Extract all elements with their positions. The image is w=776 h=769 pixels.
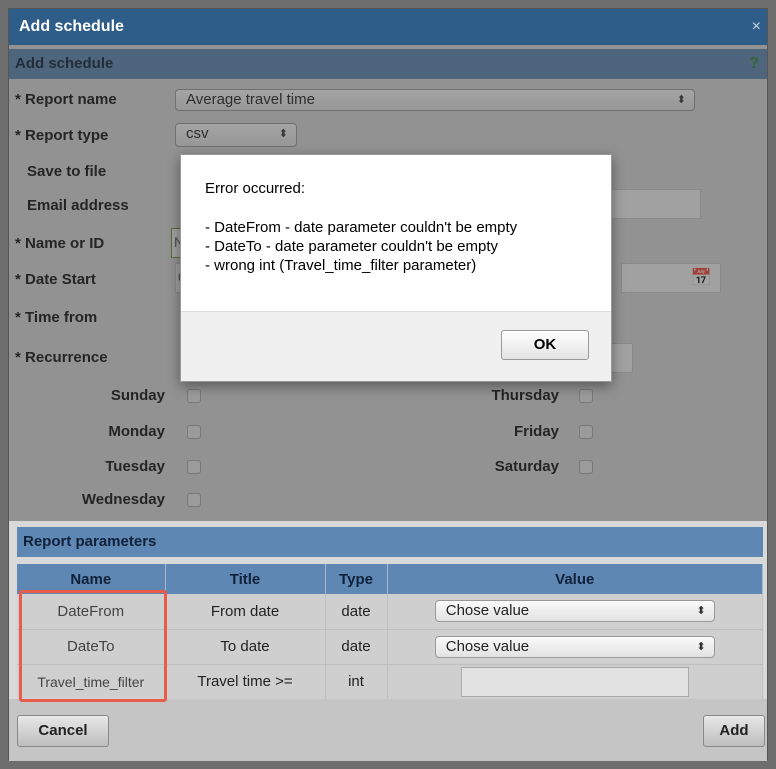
- report-type-select[interactable]: csv ⬍: [175, 123, 297, 147]
- param-title: To date: [165, 629, 326, 665]
- add-schedule-header: Add schedule ?: [9, 49, 767, 79]
- time-from-label: * Time from: [15, 309, 98, 326]
- save-to-file-label: Save to file: [27, 163, 107, 180]
- error-modal: Error occurred: - DateFrom - date parame…: [180, 154, 612, 382]
- thursday-label: Thursday: [491, 387, 559, 404]
- highlight-box: [19, 590, 167, 702]
- error-heading: Error occurred:: [205, 180, 306, 197]
- recurrence-label: * Recurrence: [15, 349, 108, 366]
- cancel-button[interactable]: Cancel: [17, 715, 109, 747]
- error-line: - DateTo - date parameter couldn't be em…: [205, 238, 499, 255]
- add-button[interactable]: Add: [703, 715, 765, 747]
- col-header-title: Title: [165, 564, 326, 594]
- dialog-titlebar: Add schedule ×: [9, 9, 767, 45]
- error-line: - wrong int (Travel_time_filter paramete…: [205, 257, 477, 274]
- select-arrows-icon: ⬍: [696, 605, 706, 618]
- calendar-icon[interactable]: 📅: [691, 268, 712, 288]
- friday-label: Friday: [513, 423, 559, 440]
- param-type: date: [325, 594, 388, 630]
- param-title: Travel time >=: [165, 664, 326, 700]
- param-title: From date: [165, 594, 326, 630]
- param-value-cell: Chose value ⬍: [387, 594, 763, 630]
- close-icon[interactable]: ×: [752, 9, 761, 45]
- select-arrows-icon: ⬍: [676, 94, 686, 106]
- report-parameters-header: Report parameters: [17, 527, 763, 557]
- dateto-value-select[interactable]: Chose value ⬍: [434, 635, 715, 658]
- dialog-title: Add schedule: [19, 18, 124, 35]
- date-start-label: * Date Start: [15, 271, 96, 288]
- datefrom-value-select[interactable]: Chose value ⬍: [434, 600, 715, 623]
- friday-checkbox[interactable]: [579, 425, 593, 439]
- param-type: int: [325, 664, 388, 700]
- modal-footer: OK: [181, 311, 611, 381]
- col-header-type: Type: [325, 564, 388, 594]
- ok-button[interactable]: OK: [501, 330, 589, 360]
- monday-label: Monday: [108, 423, 165, 440]
- sunday-label: Sunday: [110, 387, 165, 404]
- error-message: Error occurred: - DateFrom - date parame…: [205, 179, 517, 275]
- param-type: date: [325, 629, 388, 665]
- name-or-id-label: * Name or ID: [15, 235, 105, 252]
- wednesday-label: Wednesday: [81, 491, 165, 508]
- col-header-value: Value: [387, 564, 763, 594]
- select-arrows-icon: ⬍: [278, 128, 288, 140]
- help-icon[interactable]: ?: [749, 49, 759, 79]
- sunday-checkbox[interactable]: [187, 389, 201, 403]
- section-title: Add schedule: [15, 55, 114, 72]
- travel-time-value-input[interactable]: [460, 666, 689, 697]
- saturday-label: Saturday: [494, 458, 559, 475]
- dialog-footer: Cancel Add: [9, 699, 767, 761]
- saturday-checkbox[interactable]: [579, 460, 593, 474]
- tuesday-label: Tuesday: [105, 458, 165, 475]
- select-arrows-icon: ⬍: [696, 640, 706, 653]
- thursday-checkbox[interactable]: [579, 389, 593, 403]
- email-label: Email address: [27, 197, 129, 214]
- tuesday-checkbox[interactable]: [187, 460, 201, 474]
- monday-checkbox[interactable]: [187, 425, 201, 439]
- date-end-input[interactable]: 📅: [621, 263, 721, 293]
- param-value-cell: [387, 664, 763, 700]
- report-type-label: * Report type: [15, 127, 109, 144]
- param-value-cell: Chose value ⬍: [387, 629, 763, 665]
- error-line: - DateFrom - date parameter couldn't be …: [205, 219, 518, 236]
- wednesday-checkbox[interactable]: [187, 493, 201, 507]
- report-name-label: * Report name: [15, 91, 117, 108]
- report-name-select[interactable]: Average travel time ⬍: [175, 89, 695, 111]
